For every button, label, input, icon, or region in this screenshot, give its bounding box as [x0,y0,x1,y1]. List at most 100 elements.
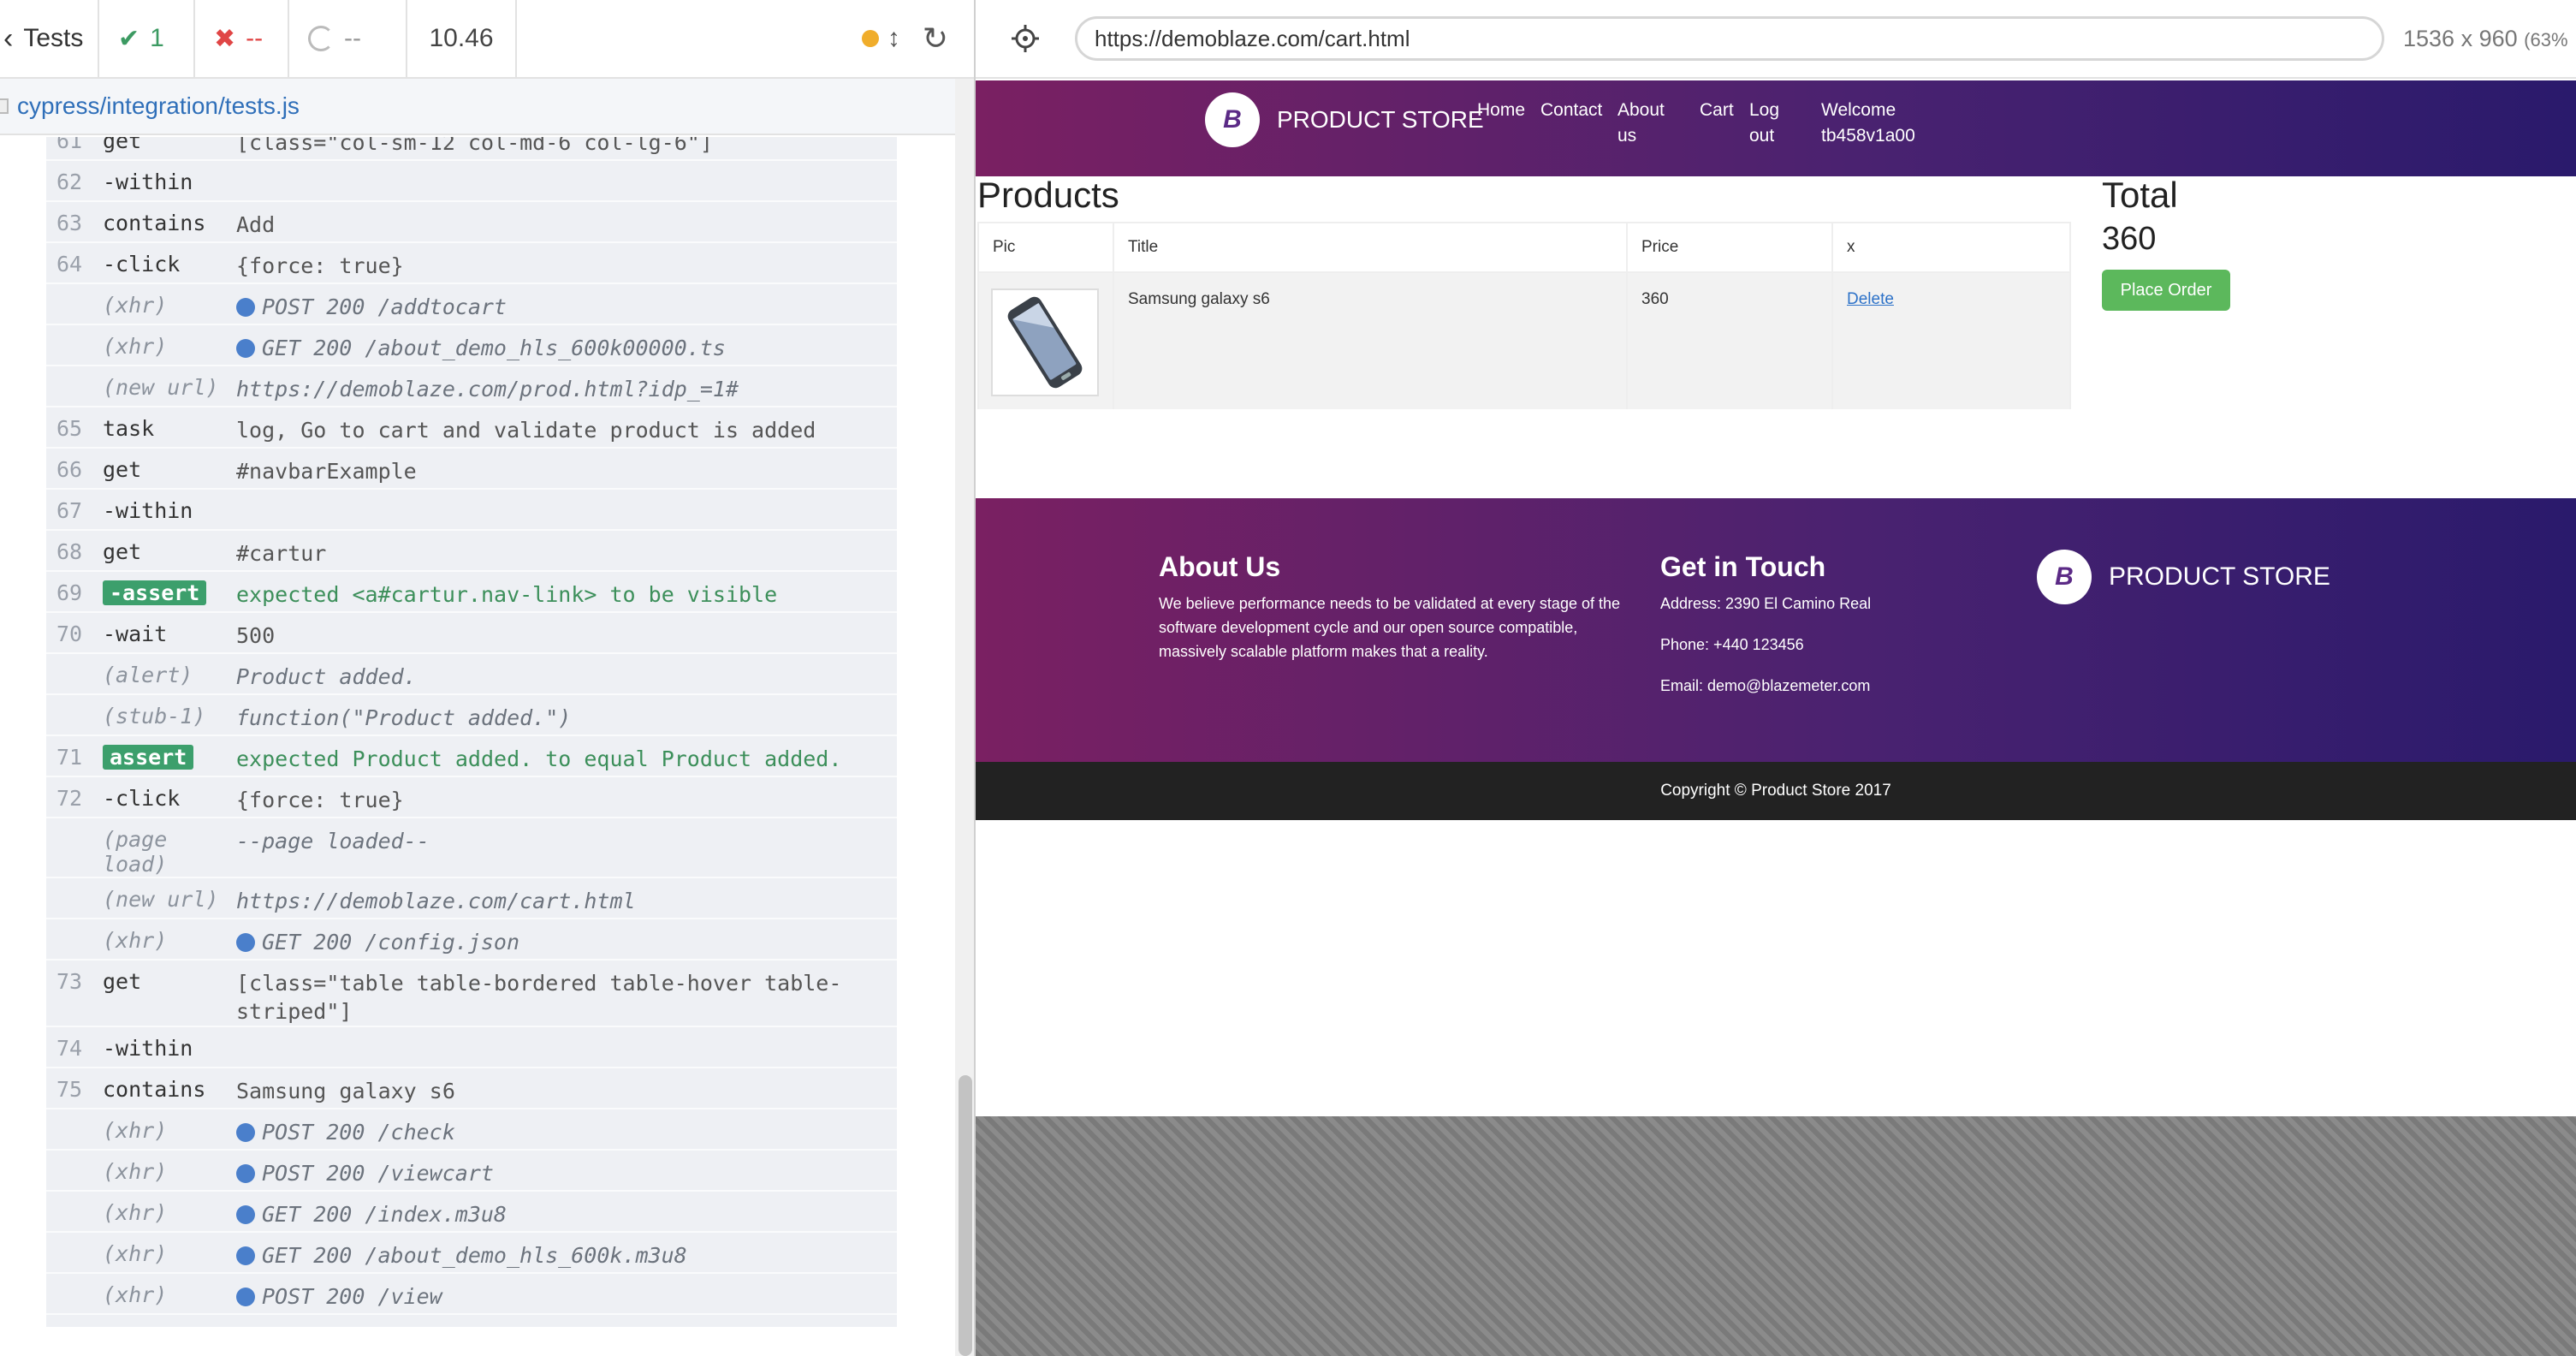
command-number: 68 [56,539,83,564]
command-row[interactable]: 75 contains Samsung galaxy s6 [46,1068,897,1109]
table-row: Samsung galaxy s6 360 Delete [977,272,2071,409]
xhr-text: GET 200 /about_demo_hls_600k00000.ts [262,336,726,360]
command-row[interactable]: (stub-1) function("Product added.") [46,695,897,736]
cart-table-header: Pic Title Price x [977,222,2071,273]
command-name: (xhr) [103,293,168,318]
command-name: -click [103,786,181,811]
command-row[interactable]: 71 assert expected Product added. to equal… [46,736,897,777]
nav-logout[interactable]: Log out [1749,98,1821,149]
runner-controls: ↕ ↻ [517,0,974,78]
command-name: -within [103,498,193,523]
spec-path-link[interactable]: cypress/integration/tests.js [17,92,300,120]
nav-contact[interactable]: Contact [1540,98,1617,149]
command-row[interactable]: (xhr) POST 200 /view [46,1274,897,1315]
command-message: [class="col-sm-12 col-md-6 col-lg-6"] [236,137,713,155]
command-name: -click [103,252,181,277]
command-row[interactable]: 68 get #cartur [46,531,897,572]
nav-cart[interactable]: Cart [1700,98,1749,149]
command-row[interactable]: (new url) https://demoblaze.com/cart.html [46,878,897,919]
command-number: 73 [56,969,83,994]
command-number: 67 [56,498,83,523]
command-name: (new url) [103,375,219,400]
command-row[interactable]: (xhr) POST 200 /viewcart [46,1151,897,1192]
xhr-text: POST 200 /addtocart [262,294,507,319]
restart-icon[interactable]: ↻ [923,21,948,56]
command-number: 61 [56,137,83,153]
crosshair-icon [1012,25,1039,52]
aut-iframe: B PRODUCT STORE Home Contact About us Car… [976,80,2576,1116]
brand-name: PRODUCT STORE [1277,106,1484,133]
command-row[interactable]: (xhr) GET 200 /about_demo_hls_600k00000.t… [46,1315,897,1327]
command-message: POST 200 /viewcart [236,1159,897,1187]
command-row[interactable]: (xhr) GET 200 /about_demo_hls_600k00000.t… [46,325,897,366]
command-row[interactable]: 66 get #navbarExample [46,449,897,490]
command-row[interactable]: 74 -within [46,1027,897,1068]
command-row[interactable]: 62 -within [46,161,897,202]
spec-file-bar: cypress/integration/tests.js [0,79,955,135]
command-name: get [103,539,142,564]
place-order-button[interactable]: Place Order [2102,270,2230,311]
command-name: get [103,969,142,994]
command-row[interactable]: 63 contains Add [46,202,897,243]
aut-url-bar: https://demoblaze.com/cart.html 1536 x 9… [976,0,2576,79]
scrollbar-thumb[interactable] [959,1075,972,1356]
footer-brand-name: PRODUCT STORE [2109,562,2330,591]
command-row[interactable]: (xhr) POST 200 /addtocart [46,284,897,325]
command-message: {force: true} [236,788,404,812]
command-message: GET 200 /about_demo_hls_600k00000.ts [236,1323,897,1327]
cart-item-actions: Delete [1831,272,2071,409]
delete-link[interactable]: Delete [1847,290,1894,308]
command-row[interactable]: (page load) --page loaded-- [46,818,897,878]
site-navbar: B PRODUCT STORE Home Contact About us Car… [976,80,2576,176]
command-row[interactable]: (xhr) POST 200 /check [46,1109,897,1151]
nav-home[interactable]: Home [1477,98,1540,149]
command-row[interactable]: (xhr) GET 200 /config.json [46,919,897,960]
about-us-text: We believe performance needs to be valid… [1159,595,1620,660]
command-message: Add [236,212,276,237]
logo-b-icon: B [2037,550,2092,604]
nav-about-us[interactable]: About us [1617,98,1700,149]
command-message: https://demoblaze.com/cart.html [236,889,636,913]
command-row[interactable]: 73 get [class="table table-bordered table-… [46,960,897,1027]
selector-playground-button[interactable] [976,0,1075,78]
command-message: https://demoblaze.com/prod.html?idp_=1# [236,377,739,401]
command-row[interactable]: 70 -wait 500 [46,613,897,654]
col-x: x [1831,222,2071,273]
command-number: 70 [56,622,83,646]
site-logo[interactable]: B PRODUCT STORE [1205,92,1484,147]
footer-logo: B PRODUCT STORE [2037,550,2330,604]
auto-scroll-toggle-icon[interactable]: ↕ [887,24,900,53]
xhr-text: POST 200 /viewcart [262,1161,494,1186]
command-name: -within [103,170,193,194]
command-message: #navbarExample [236,459,417,484]
command-name: (page load) [103,827,168,877]
tests-back-button[interactable]: ‹ Tests [0,0,99,78]
command-row[interactable]: (xhr) GET 200 /index.m3u8 [46,1192,897,1233]
command-message: Product added. [236,664,417,689]
command-name: task [103,416,155,441]
screen: ‹ Tests ✔ 1 ✖ -- -- 10.46 ↕ ↻ cypress/in… [0,0,2576,1356]
command-row[interactable]: 67 -within [46,490,897,531]
command-row[interactable]: 64 -click {force: true} [46,243,897,284]
command-name: (xhr) [103,1200,168,1225]
nav-welcome-user[interactable]: Welcome tb458v1a00 [1821,98,1941,149]
command-row[interactable]: (new url) https://demoblaze.com/prod.html… [46,366,897,407]
command-log-scrollbar[interactable] [955,79,974,1356]
product-image [991,288,1099,396]
xhr-status-dot-icon [236,1205,255,1224]
aut-url-field[interactable]: https://demoblaze.com/cart.html [1075,16,2384,61]
command-row[interactable]: 69 -assert expected <a#cartur.nav-link> to… [46,572,897,613]
command-row[interactable]: (alert) Product added. [46,654,897,695]
command-row[interactable]: 65 task log, Go to cart and validate produ… [46,407,897,449]
xhr-text: GET 200 /config.json [262,930,520,955]
command-message: expected Product added. to equal Product… [236,746,842,771]
command-row[interactable]: 61 get [class="col-sm-12 col-md-6 col-lg-6… [46,137,897,161]
xhr-status-dot-icon [236,298,255,317]
assert-badge: -assert [103,580,207,605]
command-number: 65 [56,416,83,441]
pending-value: -- [344,24,361,52]
xhr-text: GET 200 /about_demo_hls_600k.m3u8 [262,1243,687,1268]
command-row[interactable]: 72 -click {force: true} [46,777,897,818]
command-number: 66 [56,457,83,482]
command-row[interactable]: (xhr) GET 200 /about_demo_hls_600k.m3u8 [46,1233,897,1274]
